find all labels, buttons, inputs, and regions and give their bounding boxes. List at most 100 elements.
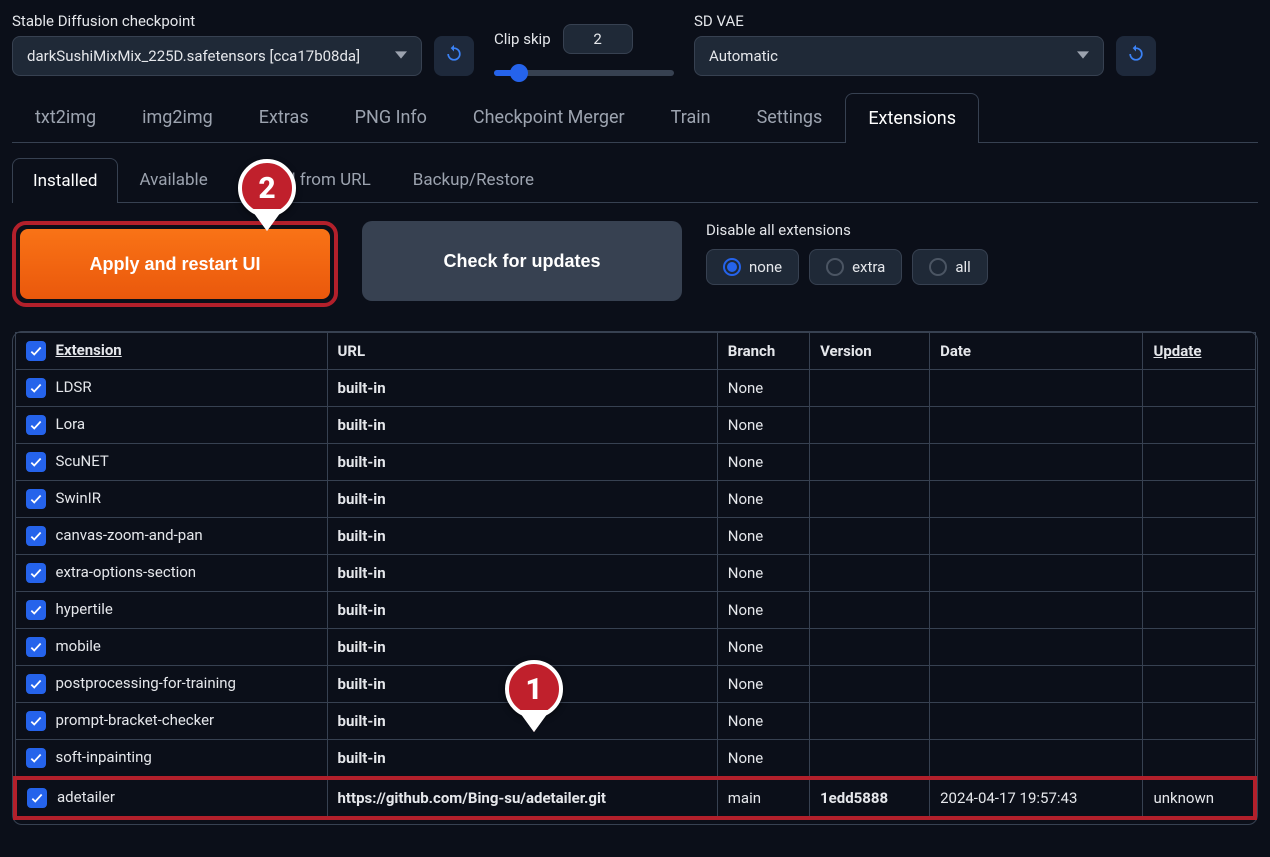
checkbox-icon[interactable] xyxy=(26,600,46,620)
disable-extensions-group: Disable all extensions none extra all xyxy=(706,221,988,285)
header-update[interactable]: Update xyxy=(1153,342,1201,360)
tab-img2img[interactable]: img2img xyxy=(119,92,236,142)
cell-url: built-in xyxy=(327,592,717,629)
checkbox-icon[interactable] xyxy=(26,711,46,731)
subtab-backup/restore[interactable]: Backup/Restore xyxy=(392,157,555,202)
cell-url: built-in xyxy=(327,370,717,407)
cell-version xyxy=(810,370,930,407)
refresh-icon xyxy=(1126,44,1146,68)
cell-branch: None xyxy=(717,740,809,779)
extension-name: prompt-bracket-checker xyxy=(56,711,215,729)
col-url: URL xyxy=(327,333,717,370)
cell-extension: postprocessing-for-training xyxy=(15,666,327,703)
cell-url: built-in xyxy=(327,666,717,703)
cell-date: 2024-04-17 19:57:43 xyxy=(930,778,1143,818)
cell-update xyxy=(1143,444,1255,481)
vae-select[interactable]: Automatic xyxy=(694,36,1104,76)
refresh-vae-button[interactable] xyxy=(1116,36,1156,76)
tab-checkpoint-merger[interactable]: Checkpoint Merger xyxy=(450,92,648,142)
tab-txt2img[interactable]: txt2img xyxy=(12,92,119,142)
cell-extension: prompt-bracket-checker xyxy=(15,703,327,740)
cell-branch: None xyxy=(717,629,809,666)
checkbox-icon[interactable] xyxy=(26,489,46,509)
cell-update xyxy=(1143,555,1255,592)
cell-update xyxy=(1143,740,1255,779)
table-row: ScuNETbuilt-inNone xyxy=(15,444,1255,481)
cell-branch: None xyxy=(717,518,809,555)
checkbox-icon[interactable] xyxy=(26,452,46,472)
table-row: LDSRbuilt-inNone xyxy=(15,370,1255,407)
checkpoint-value: darkSushiMixMix_225D.safetensors [cca17b… xyxy=(27,47,360,65)
action-row: Apply and restart UI 2 Check for updates… xyxy=(12,221,1258,307)
cell-branch: None xyxy=(717,703,809,740)
cell-extension: canvas-zoom-and-pan xyxy=(15,518,327,555)
cell-version xyxy=(810,555,930,592)
disable-radio-all[interactable]: all xyxy=(912,249,987,285)
subtab-installed[interactable]: Installed xyxy=(12,158,118,203)
checkbox-icon[interactable] xyxy=(26,526,46,546)
cell-update xyxy=(1143,703,1255,740)
clip-skip-value-box[interactable]: 2 xyxy=(563,24,633,54)
refresh-checkpoint-button[interactable] xyxy=(434,36,474,76)
cell-branch: None xyxy=(717,407,809,444)
cell-version xyxy=(810,444,930,481)
checkbox-icon[interactable] xyxy=(26,674,46,694)
cell-branch: None xyxy=(717,666,809,703)
extensions-table: ExtensionURLBranchVersionDateUpdate LDSR… xyxy=(13,332,1257,820)
refresh-icon xyxy=(444,44,464,68)
cell-extension: hypertile xyxy=(15,592,327,629)
cell-version xyxy=(810,629,930,666)
radio-dot-icon xyxy=(723,258,741,276)
slider-thumb[interactable] xyxy=(510,64,528,82)
tab-extras[interactable]: Extras xyxy=(236,92,332,142)
checkbox-icon[interactable] xyxy=(26,378,46,398)
cell-url: built-in xyxy=(327,444,717,481)
checkpoint-select[interactable]: darkSushiMixMix_225D.safetensors [cca17b… xyxy=(12,36,422,76)
radio-dot-icon xyxy=(929,258,947,276)
clip-skip-slider[interactable] xyxy=(494,70,674,76)
header-extension[interactable]: Extension xyxy=(56,341,122,359)
radio-label: all xyxy=(955,258,970,276)
subtab-install-from-url[interactable]: Install from URL xyxy=(229,157,392,202)
top-bar: Stable Diffusion checkpoint darkSushiMix… xyxy=(12,12,1258,76)
table-row: extra-options-sectionbuilt-inNone xyxy=(15,555,1255,592)
checkbox-icon[interactable] xyxy=(26,415,46,435)
cell-date xyxy=(930,407,1143,444)
extensions-table-wrap: ExtensionURLBranchVersionDateUpdate LDSR… xyxy=(12,331,1258,825)
cell-date xyxy=(930,592,1143,629)
tab-train[interactable]: Train xyxy=(648,92,734,142)
cell-branch: None xyxy=(717,370,809,407)
tab-extensions[interactable]: Extensions xyxy=(845,93,979,143)
checkbox-icon[interactable] xyxy=(26,563,46,583)
checkpoint-label: Stable Diffusion checkpoint xyxy=(12,12,474,30)
extension-name: extra-options-section xyxy=(56,563,197,581)
tab-settings[interactable]: Settings xyxy=(734,92,846,142)
checkbox-icon[interactable] xyxy=(26,748,46,768)
cell-version: 1edd5888 xyxy=(810,778,930,818)
extension-name: hypertile xyxy=(56,600,113,618)
cell-date xyxy=(930,444,1143,481)
checkbox-icon[interactable] xyxy=(26,637,46,657)
cell-extension: mobile xyxy=(15,629,327,666)
cell-url: built-in xyxy=(327,740,717,779)
cell-url: built-in xyxy=(327,407,717,444)
cell-update xyxy=(1143,518,1255,555)
cell-update xyxy=(1143,629,1255,666)
table-body: LDSRbuilt-inNoneLorabuilt-inNoneScuNETbu… xyxy=(15,370,1255,819)
cell-update xyxy=(1143,370,1255,407)
disable-radio-extra[interactable]: extra xyxy=(809,249,902,285)
cell-date xyxy=(930,740,1143,779)
col-extension: Extension xyxy=(15,333,327,370)
subtab-available[interactable]: Available xyxy=(118,157,228,202)
tab-png-info[interactable]: PNG Info xyxy=(332,92,450,142)
table-row: postprocessing-for-trainingbuilt-inNone xyxy=(15,666,1255,703)
apply-button-highlight: Apply and restart UI 2 xyxy=(12,221,338,307)
extension-name: adetailer xyxy=(57,788,115,806)
check-updates-button[interactable]: Check for updates xyxy=(362,221,682,301)
checkbox-icon[interactable] xyxy=(27,788,47,808)
checkbox-icon[interactable] xyxy=(26,341,46,361)
apply-restart-button[interactable]: Apply and restart UI xyxy=(20,229,330,299)
disable-extensions-label: Disable all extensions xyxy=(706,221,988,239)
col-version: Version xyxy=(810,333,930,370)
disable-radio-none[interactable]: none xyxy=(706,249,799,285)
